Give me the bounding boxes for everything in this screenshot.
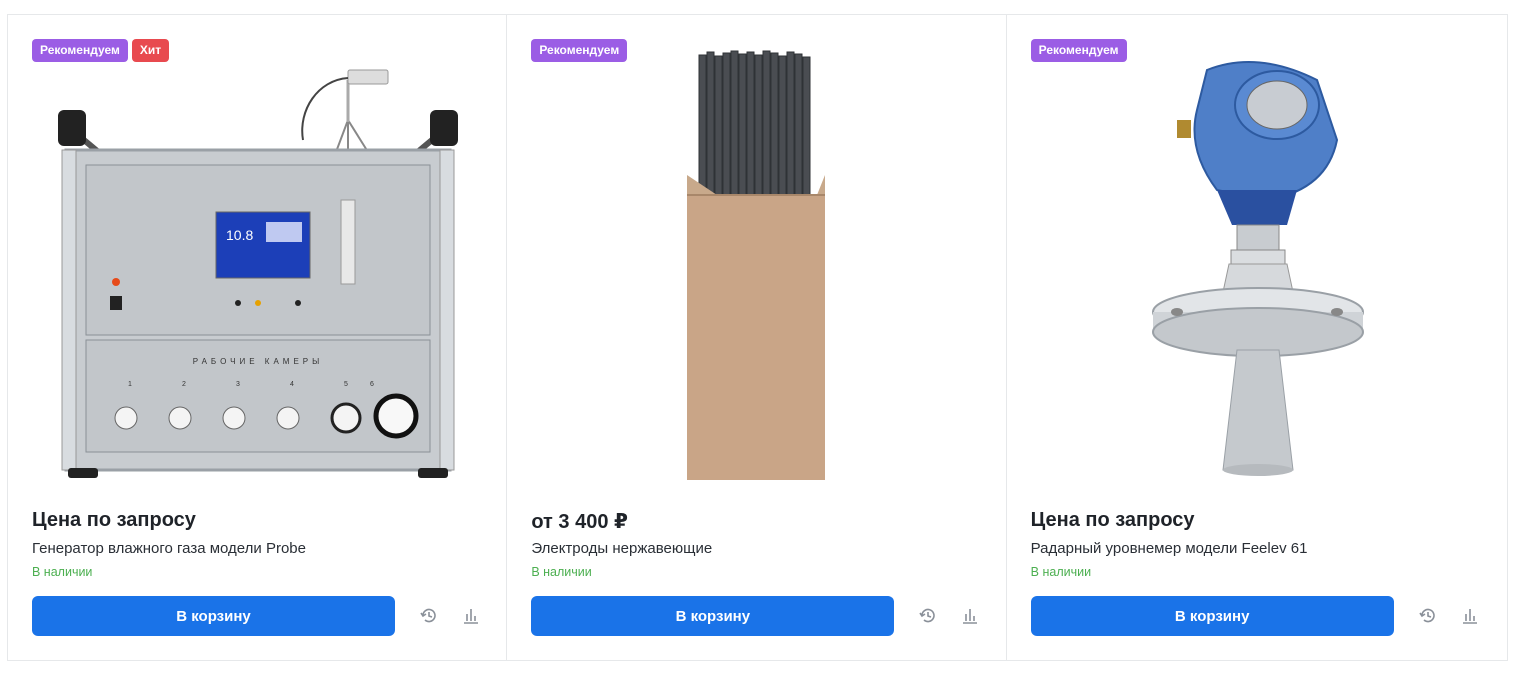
compare-chart-icon[interactable] — [1458, 604, 1482, 628]
stock-status: В наличии — [32, 565, 93, 579]
add-to-cart-button[interactable]: В корзину — [531, 596, 895, 636]
electrodes-box-image — [687, 50, 826, 480]
chamber-label: 3 — [236, 381, 240, 388]
badge-recommend: Рекомендуем — [32, 39, 128, 62]
badge-recommend: Рекомендуем — [531, 39, 628, 62]
product-title[interactable]: Электроды нержавеющие — [531, 540, 712, 557]
compare-chart-icon[interactable] — [958, 604, 982, 628]
product-image[interactable]: 10.8 РАБОЧИЕ КАМЕРЫ 1 2 3 4 5 6 — [32, 49, 484, 481]
compare-chart-icon[interactable] — [459, 604, 483, 628]
add-to-cart-button[interactable]: В корзину — [32, 596, 395, 636]
product-card[interactable]: Рекомендуем Хит 10.8 РАБОЧИЕ КАМЕРЫ 1 2 … — [8, 15, 508, 660]
chamber-label: 2 — [182, 381, 186, 388]
product-grid: Рекомендуем Хит 10.8 РАБОЧИЕ КАМЕРЫ 1 2 … — [7, 14, 1508, 661]
product-title[interactable]: Радарный уровнемер модели Feelev 61 — [1031, 540, 1308, 557]
badge-hit: Хит — [131, 39, 170, 62]
chamber-label: 6 — [370, 381, 374, 388]
product-card[interactable]: Рекомендуем от 3 400 ₽ Электроды нержаве… — [507, 15, 1007, 660]
product-price: Цена по запросу — [32, 509, 196, 531]
chamber-label: 5 — [344, 381, 348, 388]
product-price: Цена по запросу — [1030, 509, 1195, 531]
product-card[interactable]: Рекомендуем Цена по запросу Радарный уро… — [1007, 15, 1507, 660]
add-to-cart-button[interactable]: В корзину — [1030, 596, 1394, 636]
product-image[interactable] — [531, 49, 983, 481]
product-title[interactable]: Генератор влажного газа модели Probe — [32, 540, 306, 557]
chamber-label: 1 — [128, 381, 132, 388]
badges: Рекомендуем — [1030, 39, 1127, 62]
stock-status: В наличии — [1030, 565, 1092, 579]
product-price: от 3 400 ₽ — [531, 511, 628, 533]
history-icon[interactable] — [916, 604, 940, 628]
screen-reading: 10.8 — [226, 227, 253, 243]
badges: Рекомендуем Хит — [32, 39, 170, 62]
chamber-label: 4 — [290, 381, 294, 388]
panel-label: РАБОЧИЕ КАМЕРЫ — [193, 357, 323, 366]
radar-level-meter-image — [1151, 61, 1364, 476]
badges: Рекомендуем — [531, 39, 628, 62]
stock-status: В наличии — [531, 565, 592, 579]
product-image[interactable] — [1031, 49, 1483, 481]
history-icon[interactable] — [417, 604, 441, 628]
badge-recommend: Рекомендуем — [1030, 39, 1127, 62]
humidity-generator-image: 10.8 РАБОЧИЕ КАМЕРЫ 1 2 3 4 5 6 — [58, 69, 458, 478]
history-icon[interactable] — [1416, 604, 1440, 628]
